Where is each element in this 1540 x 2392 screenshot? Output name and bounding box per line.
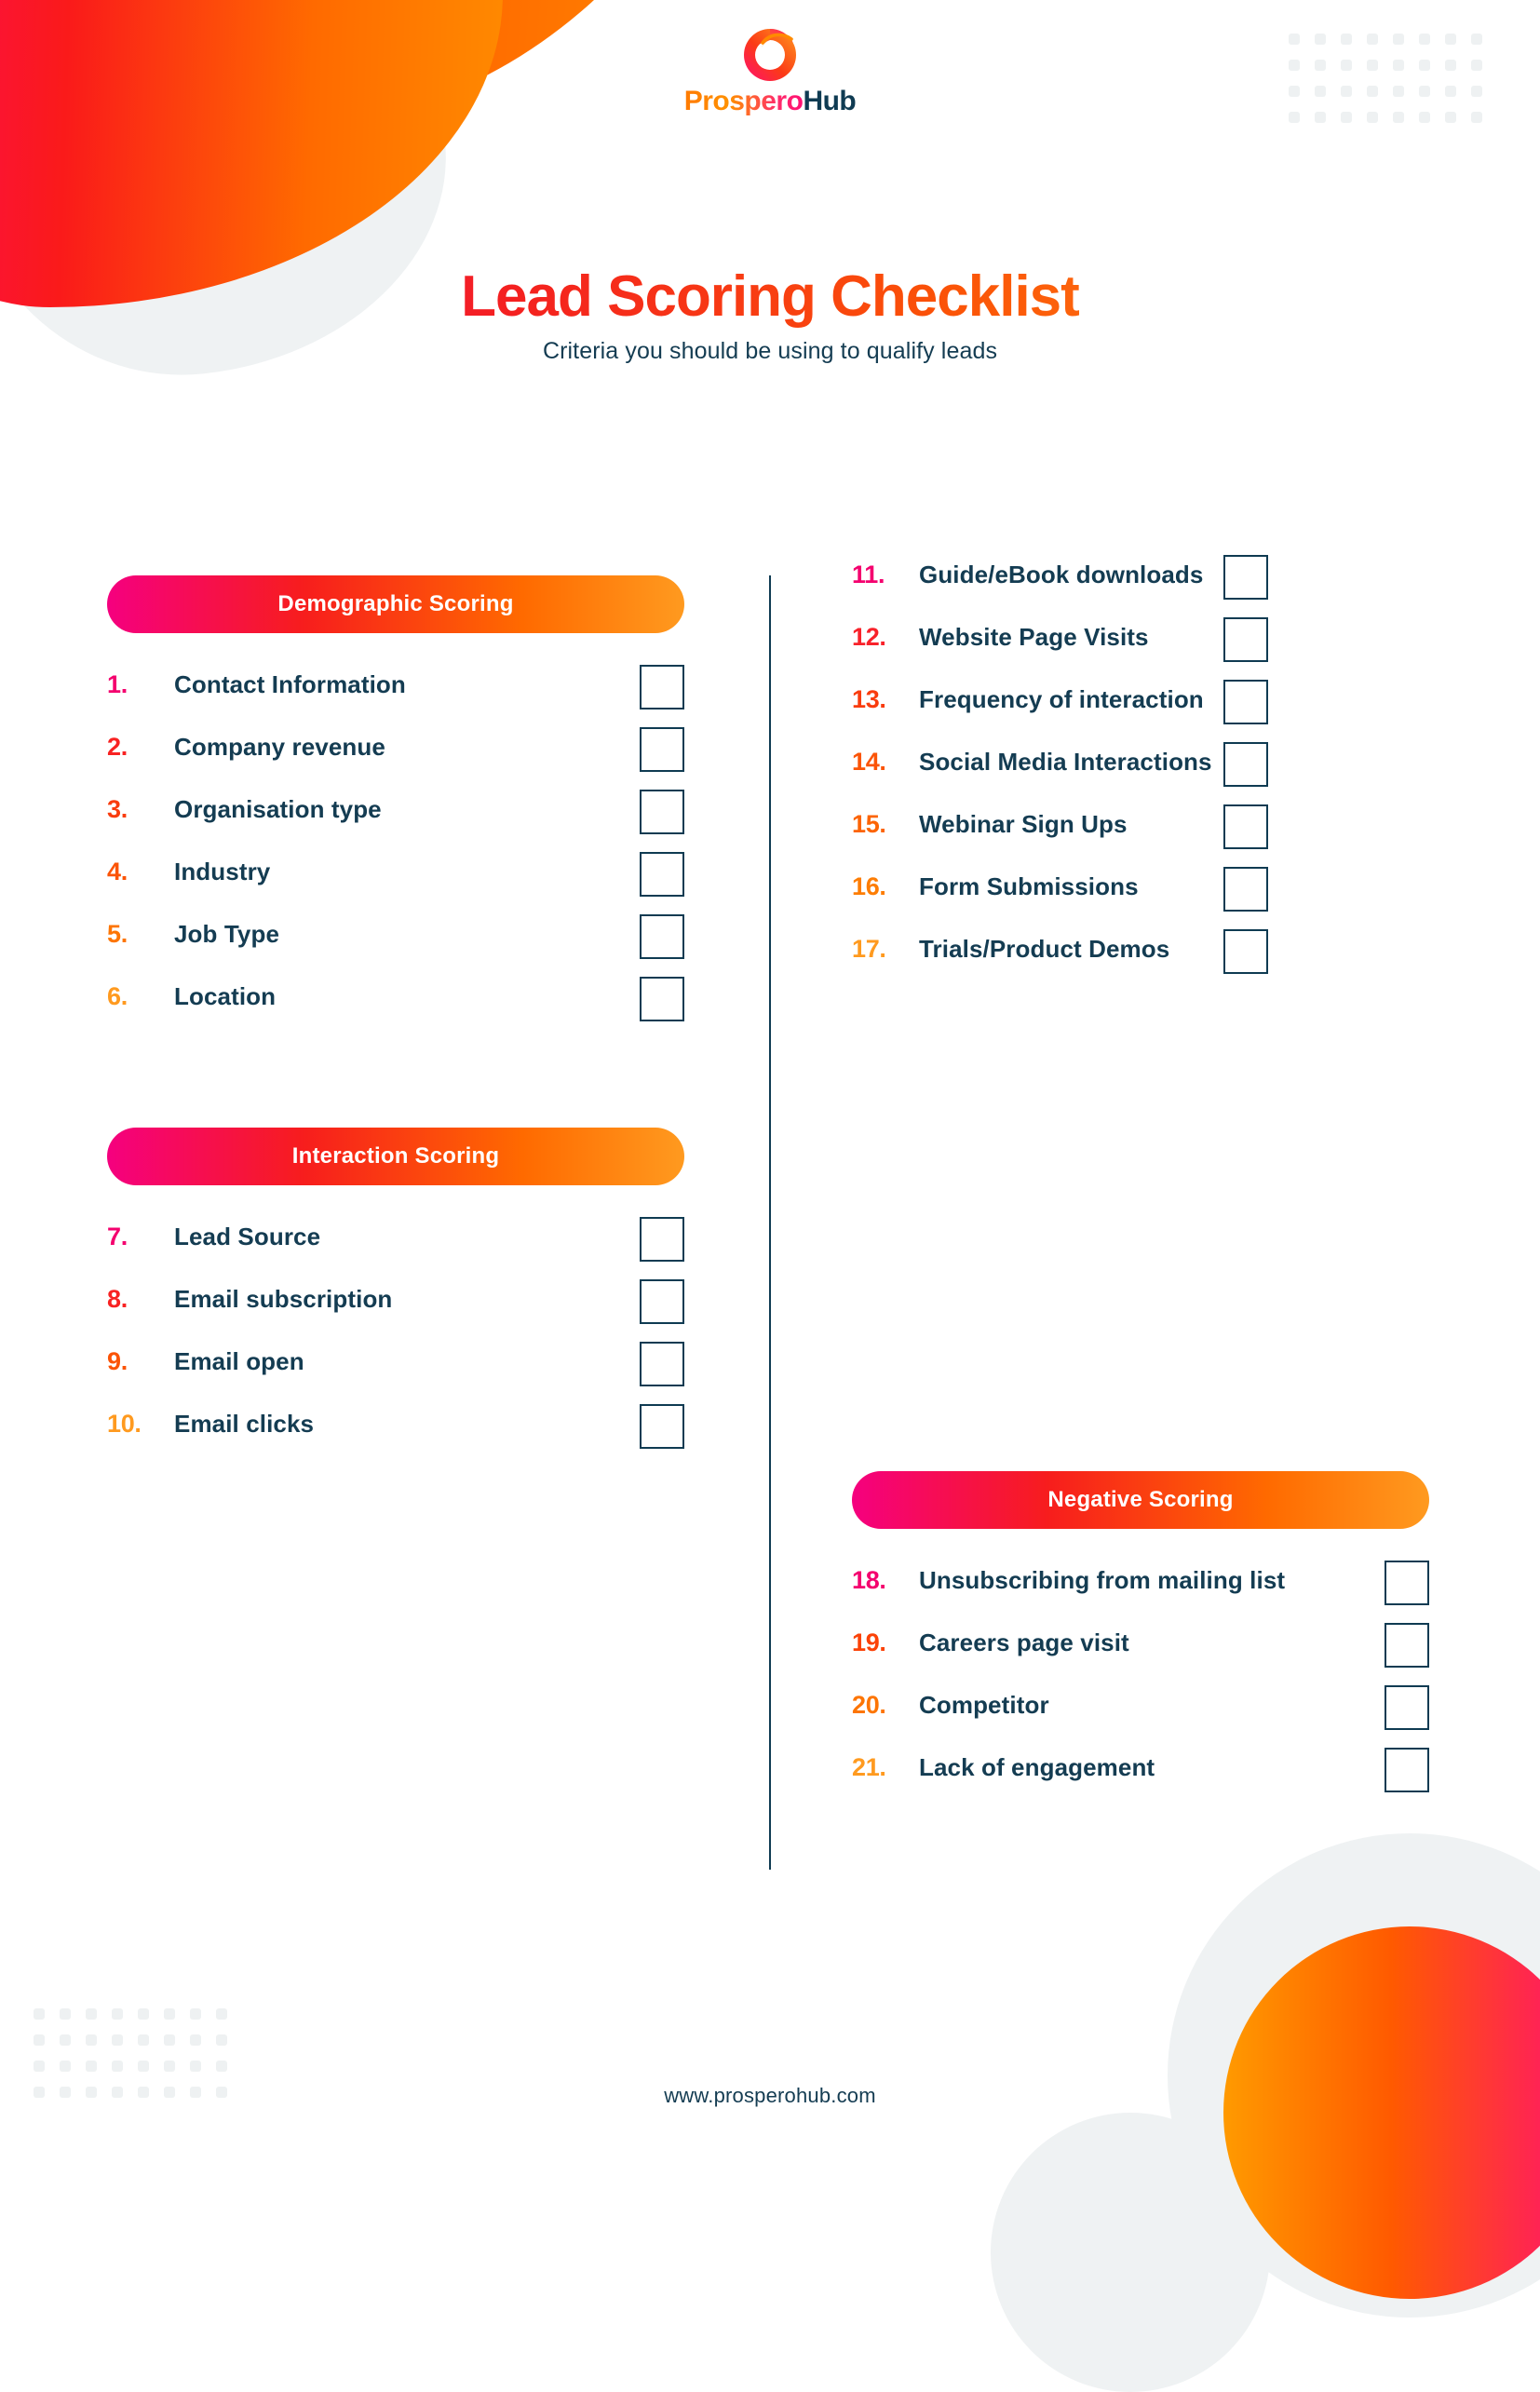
item-checkbox[interactable] <box>1223 867 1268 912</box>
item-number: 7. <box>107 1223 128 1250</box>
item-label: Guide/eBook downloads <box>919 561 1204 588</box>
checklist-item[interactable]: 12. Website Page Visits <box>852 617 1268 683</box>
checklist-item[interactable]: 10. Email clicks <box>107 1404 684 1470</box>
item-number: 14. <box>852 748 886 776</box>
item-number: 5. <box>107 920 128 948</box>
section-interaction-scoring: Interaction Scoring 7. Lead Source 8. Email … <box>107 1128 684 1470</box>
item-checkbox[interactable] <box>1385 1623 1429 1668</box>
checklist-item[interactable]: 5. Job Type <box>107 914 684 980</box>
section-heading-demographic-scoring: Demographic Scoring <box>107 575 684 633</box>
item-checkbox[interactable] <box>640 852 684 897</box>
item-label: Competitor <box>919 1691 1049 1719</box>
item-checkbox[interactable] <box>640 727 684 772</box>
item-checkbox[interactable] <box>640 1342 684 1386</box>
item-label: Email clicks <box>174 1410 315 1438</box>
checklist-item[interactable]: 17. Trials/Product Demos <box>852 929 1268 995</box>
section-positive-interaction-continued: 11. Guide/eBook downloads 12. Website Page … <box>852 555 1268 995</box>
item-checkbox[interactable] <box>640 790 684 834</box>
item-checkbox[interactable] <box>640 665 684 709</box>
section-heading-interaction-scoring: Interaction Scoring <box>107 1128 684 1185</box>
item-checkbox[interactable] <box>1385 1685 1429 1730</box>
checklist-items: 18. Unsubscribing from mailing list 19. Car… <box>852 1561 1429 1814</box>
section-heading-negative-scoring: Negative Scoring <box>852 1471 1429 1529</box>
item-number: 11. <box>852 561 885 588</box>
item-checkbox[interactable] <box>1223 617 1268 662</box>
checklist-item[interactable]: 3. Organisation type <box>107 790 684 856</box>
checklist-item[interactable]: 19. Careers page visit <box>852 1623 1429 1689</box>
checklist-item[interactable]: 14. Social Media Interactions <box>852 742 1268 808</box>
item-label: Industry <box>174 858 271 885</box>
item-label: Webinar Sign Ups <box>919 810 1128 838</box>
item-checkbox[interactable] <box>640 914 684 959</box>
item-label: Contact Information <box>174 670 406 698</box>
item-label: Company revenue <box>174 733 385 761</box>
checklist-item[interactable]: 13. Frequency of interaction <box>852 680 1268 746</box>
item-number: 13. <box>852 685 886 713</box>
item-label: Website Page Visits <box>919 623 1149 651</box>
item-number: 21. <box>852 1753 886 1781</box>
column-divider <box>769 575 771 1870</box>
item-label: Email subscription <box>174 1285 393 1313</box>
checklist-items: 7. Lead Source 8. Email subscription 9. Email… <box>107 1217 684 1470</box>
item-number: 6. <box>107 982 128 1010</box>
item-checkbox[interactable] <box>640 1217 684 1262</box>
checklist-item[interactable]: 1. Contact Information <box>107 665 684 731</box>
item-checkbox[interactable] <box>1223 929 1268 974</box>
item-checkbox[interactable] <box>1385 1561 1429 1605</box>
item-label: Social Media Interactions <box>919 748 1212 776</box>
item-label: Email open <box>174 1347 304 1375</box>
item-checkbox[interactable] <box>1223 804 1268 849</box>
item-number: 4. <box>107 858 128 885</box>
checklist-items: 1. Contact Information 2. Company revenue 3.… <box>107 665 684 1043</box>
checklist-item[interactable]: 6. Location <box>107 977 684 1043</box>
item-number: 2. <box>107 733 128 761</box>
item-number: 16. <box>852 872 886 900</box>
checklist-item[interactable]: 18. Unsubscribing from mailing list <box>852 1561 1429 1627</box>
item-checkbox[interactable] <box>1223 742 1268 787</box>
item-label: Lack of engagement <box>919 1753 1155 1781</box>
checklist-item[interactable]: 7. Lead Source <box>107 1217 684 1283</box>
item-checkbox[interactable] <box>1385 1748 1429 1792</box>
item-label: Location <box>174 982 277 1010</box>
item-number: 20. <box>852 1691 886 1719</box>
item-label: Trials/Product Demos <box>919 935 1170 963</box>
item-label: Job Type <box>174 920 280 948</box>
item-number: 12. <box>852 623 886 651</box>
checklist-item[interactable]: 15. Webinar Sign Ups <box>852 804 1268 871</box>
item-number: 9. <box>107 1347 128 1375</box>
item-number: 1. <box>107 670 128 698</box>
item-checkbox[interactable] <box>640 977 684 1021</box>
section-negative-scoring: Negative Scoring 18. Unsubscribing from ma… <box>852 1471 1429 1814</box>
checklist-item[interactable]: 4. Industry <box>107 852 684 918</box>
item-number: 3. <box>107 795 128 823</box>
footer-url: www.prosperohub.com <box>664 2084 876 2107</box>
item-number: 15. <box>852 810 886 838</box>
item-label: Lead Source <box>174 1223 321 1250</box>
item-number: 18. <box>852 1566 886 1594</box>
item-label: Frequency of interaction <box>919 685 1204 713</box>
checklist-body: Demographic Scoring 1. Contact Information… <box>0 0 1540 2178</box>
checklist-items: 11. Guide/eBook downloads 12. Website Page … <box>852 555 1268 995</box>
item-number: 10. <box>107 1410 142 1438</box>
item-number: 8. <box>107 1285 128 1313</box>
section-demographic-scoring: Demographic Scoring 1. Contact Information… <box>107 575 684 1043</box>
item-label: Form Submissions <box>919 872 1139 900</box>
checklist-item[interactable]: 11. Guide/eBook downloads <box>852 555 1268 621</box>
item-checkbox[interactable] <box>1223 555 1268 600</box>
item-checkbox[interactable] <box>640 1404 684 1449</box>
item-number: 17. <box>852 935 886 963</box>
item-checkbox[interactable] <box>640 1279 684 1324</box>
checklist-item[interactable]: 8. Email subscription <box>107 1279 684 1345</box>
checklist-item[interactable]: 21. Lack of engagement <box>852 1748 1429 1814</box>
checklist-item[interactable]: 2. Company revenue <box>107 727 684 793</box>
item-label: Organisation type <box>174 795 382 823</box>
item-number: 19. <box>852 1628 886 1656</box>
checklist-item[interactable]: 9. Email open <box>107 1342 684 1408</box>
checklist-item[interactable]: 16. Form Submissions <box>852 867 1268 933</box>
item-label: Careers page visit <box>919 1628 1129 1656</box>
item-checkbox[interactable] <box>1223 680 1268 724</box>
checklist-item[interactable]: 20. Competitor <box>852 1685 1429 1751</box>
item-label: Unsubscribing from mailing list <box>919 1566 1286 1594</box>
